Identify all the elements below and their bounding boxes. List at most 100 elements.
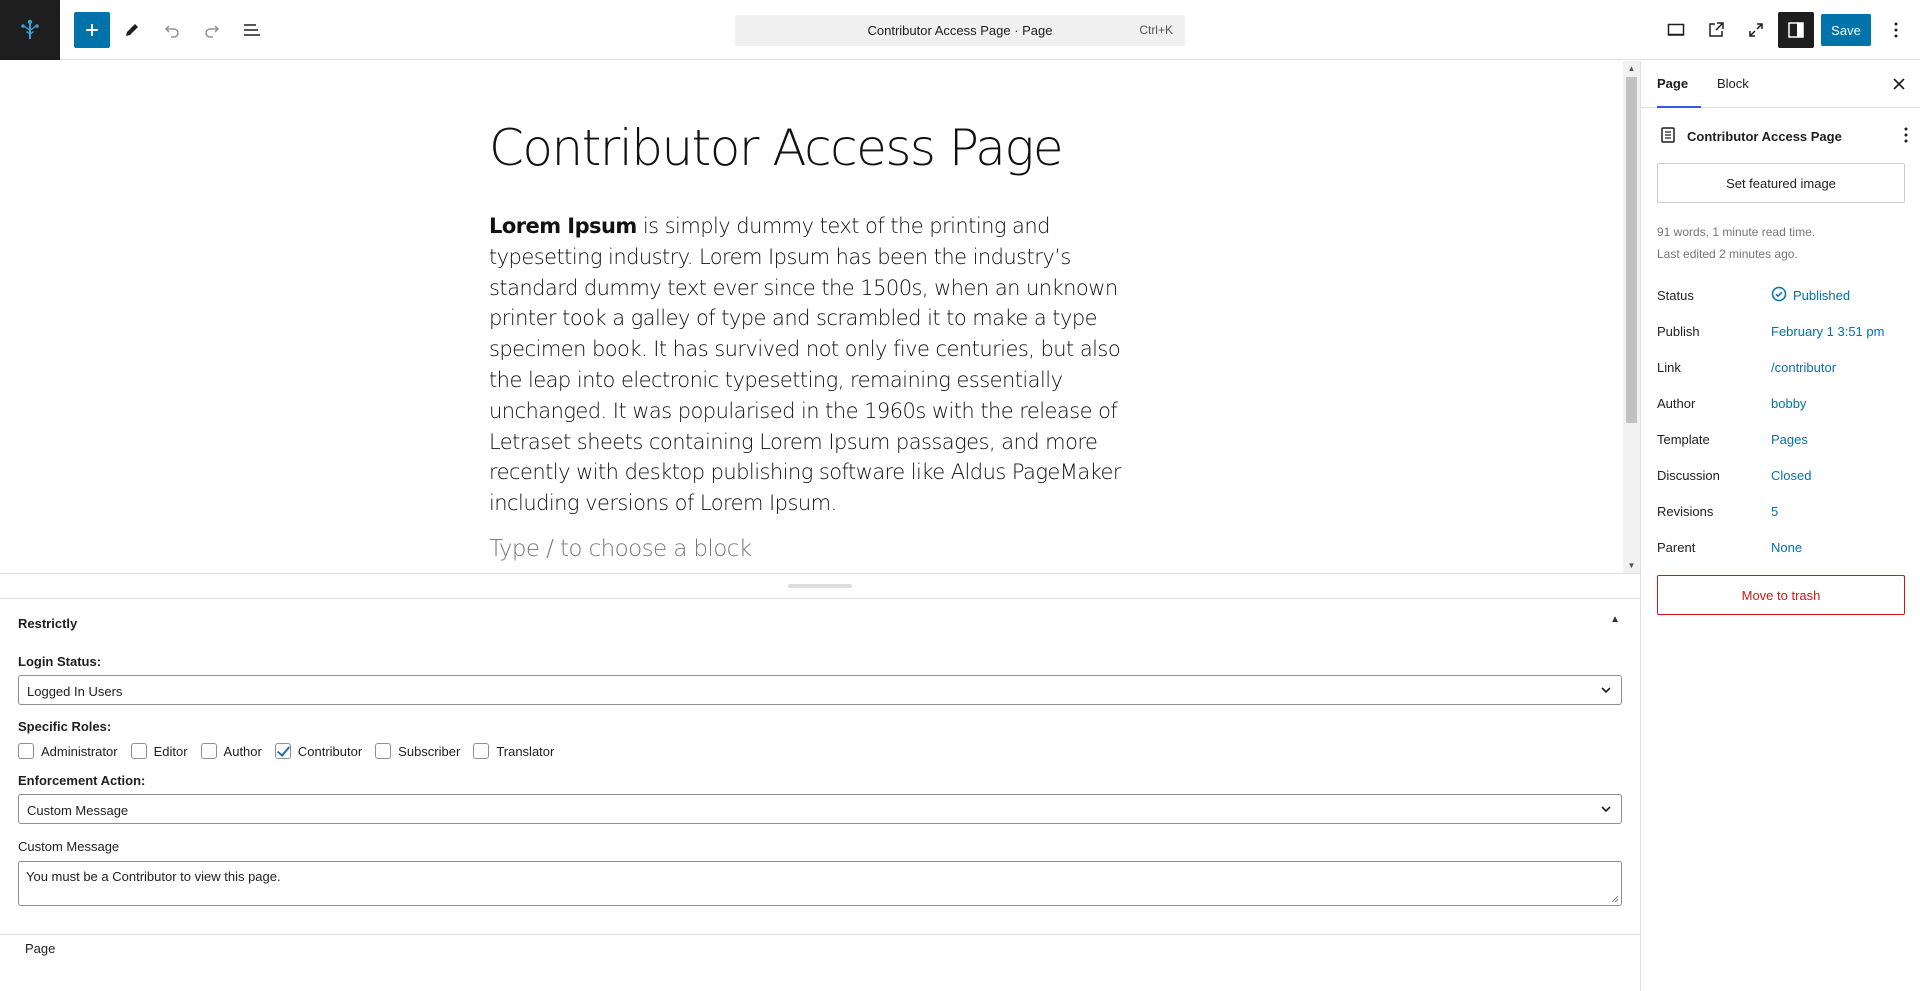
checkbox[interactable] bbox=[200, 743, 217, 759]
word-count: 91 words, 1 minute read time. bbox=[1657, 225, 1816, 239]
checkbox-checked[interactable] bbox=[274, 743, 291, 759]
property-revisions: Revisions 5 bbox=[1657, 501, 1907, 521]
redo-button[interactable] bbox=[194, 12, 230, 48]
editor-footer: Page bbox=[0, 934, 1640, 991]
undo-icon bbox=[164, 25, 179, 38]
command-palette-button[interactable]: Contributor Access Page · Page Ctrl+K bbox=[735, 15, 1185, 46]
resize-grip-icon[interactable] bbox=[1610, 894, 1619, 903]
role-contributor[interactable]: Contributor bbox=[274, 743, 363, 759]
collapse-caret-icon[interactable]: ▲ bbox=[1610, 614, 1620, 625]
tab-page[interactable]: Page bbox=[1657, 61, 1701, 108]
canvas-scrollbar[interactable]: ▲ ▼ bbox=[1623, 61, 1640, 573]
role-administrator[interactable]: Administrator bbox=[18, 743, 118, 759]
add-block-button[interactable] bbox=[74, 12, 110, 48]
post-title[interactable]: Contributor Access Page bbox=[489, 119, 1064, 177]
checkbox[interactable] bbox=[375, 743, 392, 759]
login-status-label: Login Status: bbox=[18, 654, 102, 669]
tools-button[interactable] bbox=[114, 12, 150, 48]
custom-message-textarea[interactable]: You must be a Contributor to view this p… bbox=[18, 861, 1622, 906]
enforcement-action-value: Custom Message bbox=[27, 803, 129, 818]
custom-message-label: Custom Message bbox=[18, 839, 120, 854]
property-link: Link /contributor bbox=[1657, 357, 1907, 377]
role-author[interactable]: Author bbox=[200, 743, 262, 759]
scrollbar-thumb[interactable] bbox=[1626, 77, 1637, 423]
role-label: Translator bbox=[496, 743, 555, 759]
pencil-icon bbox=[126, 24, 138, 36]
revisions-button[interactable]: 5 bbox=[1771, 504, 1778, 519]
meta-boxes-resize-handle[interactable] bbox=[788, 584, 852, 588]
options-button[interactable] bbox=[1878, 12, 1914, 48]
role-label: Author bbox=[223, 743, 262, 759]
move-to-trash-button[interactable]: Move to trash bbox=[1657, 575, 1905, 615]
property-parent: Parent None bbox=[1657, 537, 1907, 557]
login-status-value: Logged In Users bbox=[27, 684, 123, 699]
paragraph-block[interactable]: Lorem Ipsum is simply dummy text of the … bbox=[489, 211, 1125, 519]
more-vertical-icon[interactable] bbox=[1903, 126, 1909, 144]
property-label: Status bbox=[1657, 288, 1694, 303]
fullscreen-icon bbox=[1749, 23, 1763, 37]
role-translator[interactable]: Translator bbox=[473, 743, 554, 759]
checkbox[interactable] bbox=[18, 743, 34, 759]
plus-icon bbox=[86, 24, 98, 36]
roles-checkbox-group: Administrator Editor Author Contributor … bbox=[18, 743, 567, 759]
parent-button[interactable]: None bbox=[1771, 540, 1802, 555]
editor-header: Contributor Access Page · Page Ctrl+K Sa… bbox=[0, 0, 1920, 60]
enforcement-action-select[interactable]: Custom Message bbox=[18, 794, 1622, 824]
login-status-select[interactable]: Logged In Users bbox=[18, 675, 1622, 705]
role-subscriber[interactable]: Subscriber bbox=[375, 743, 460, 759]
set-featured-image-button[interactable]: Set featured image bbox=[1657, 163, 1905, 203]
keyboard-shortcut: Ctrl+K bbox=[1139, 23, 1173, 37]
role-label: Contributor bbox=[297, 743, 363, 759]
desktop-icon bbox=[1667, 23, 1685, 36]
property-label: Revisions bbox=[1657, 504, 1714, 519]
sidebar-icon bbox=[1788, 22, 1804, 38]
chevron-down-icon bbox=[1601, 806, 1611, 813]
checkbox[interactable] bbox=[473, 743, 490, 759]
publish-date-button[interactable]: February 1 3:51 pm bbox=[1771, 324, 1884, 339]
preview-button[interactable] bbox=[1658, 12, 1694, 48]
property-template: Template Pages bbox=[1657, 429, 1907, 449]
chevron-down-icon bbox=[1601, 687, 1611, 694]
more-vertical-icon bbox=[1894, 22, 1898, 38]
external-link-icon bbox=[1709, 22, 1724, 37]
property-publish: Publish February 1 3:51 pm bbox=[1657, 321, 1907, 341]
role-label: Subscriber bbox=[398, 743, 461, 759]
paragraph-text: is simply dummy text of the printing and… bbox=[489, 214, 1122, 516]
tab-block[interactable]: Block bbox=[1717, 61, 1749, 108]
settings-sidebar: Page Block Contributor Access Page Set f… bbox=[1640, 61, 1920, 991]
save-button[interactable]: Save bbox=[1821, 14, 1871, 46]
role-editor[interactable]: Editor bbox=[130, 743, 188, 759]
document-title: Contributor Access Page · Page bbox=[867, 23, 1053, 38]
property-label: Parent bbox=[1657, 540, 1696, 555]
property-label: Discussion bbox=[1657, 468, 1720, 483]
property-label: Template bbox=[1657, 432, 1710, 447]
settings-toggle-button[interactable] bbox=[1778, 12, 1814, 48]
block-placeholder[interactable]: Type / to choose a block bbox=[489, 536, 752, 562]
property-discussion: Discussion Closed bbox=[1657, 465, 1907, 485]
restrictly-panel-header[interactable]: Restrictly ▲ bbox=[0, 598, 1640, 644]
author-button[interactable]: bobby bbox=[1771, 396, 1806, 411]
template-button[interactable]: Pages bbox=[1771, 432, 1808, 447]
property-status: Status Published bbox=[1657, 285, 1907, 305]
breadcrumb[interactable]: Page bbox=[25, 941, 55, 956]
checkbox[interactable] bbox=[130, 743, 147, 759]
role-label: Editor bbox=[153, 743, 188, 759]
scroll-up-icon[interactable]: ▲ bbox=[1623, 64, 1640, 73]
scroll-down-icon[interactable]: ▼ bbox=[1623, 561, 1640, 570]
view-page-button[interactable] bbox=[1698, 12, 1734, 48]
property-label: Link bbox=[1657, 360, 1681, 375]
discussion-button[interactable]: Closed bbox=[1771, 468, 1811, 483]
status-value-button[interactable]: Published bbox=[1793, 288, 1850, 303]
site-logo-icon[interactable] bbox=[0, 0, 60, 60]
panel-title: Restrictly bbox=[18, 616, 78, 631]
permalink-button[interactable]: /contributor bbox=[1771, 360, 1836, 375]
property-label: Author bbox=[1657, 396, 1696, 411]
document-stats: 91 words, 1 minute read time. Last edite… bbox=[1657, 221, 1815, 265]
fullscreen-button[interactable] bbox=[1738, 12, 1774, 48]
document-title: Contributor Access Page bbox=[1687, 129, 1842, 144]
close-icon[interactable] bbox=[1890, 75, 1908, 93]
document-overview-button[interactable] bbox=[234, 12, 270, 48]
pane-divider bbox=[0, 573, 1640, 574]
undo-button[interactable] bbox=[154, 12, 190, 48]
redo-icon bbox=[205, 25, 220, 38]
